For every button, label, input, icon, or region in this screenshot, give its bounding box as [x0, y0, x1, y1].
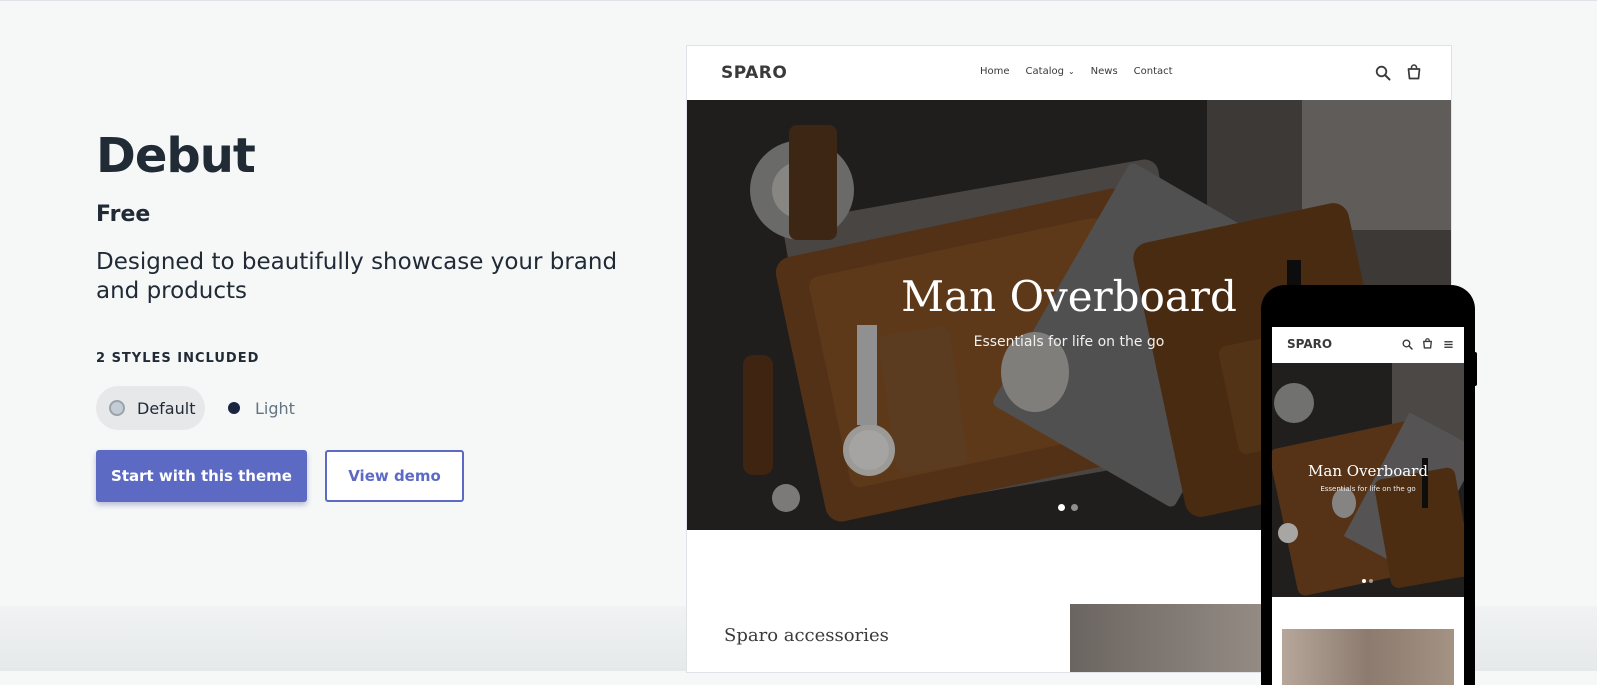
menu-icon[interactable] — [1443, 339, 1454, 350]
styles-heading: 2 STYLES INCLUDED — [96, 351, 260, 366]
top-divider — [0, 0, 1597, 1]
theme-title: Debut — [96, 128, 256, 184]
style-option-default[interactable]: Default — [96, 386, 205, 430]
mobile-hero-image — [1272, 363, 1464, 597]
mobile-hero-slideshow[interactable]: Man Overboard Essentials for life on the… — [1272, 363, 1464, 597]
cart-icon[interactable] — [1406, 64, 1422, 80]
nav-contact[interactable]: Contact — [1134, 66, 1173, 77]
chevron-down-icon: ⌄ — [1067, 67, 1075, 76]
mobile-slide-dot-1[interactable] — [1362, 579, 1366, 583]
collection-title: Sparo accessories — [724, 625, 889, 646]
nav-catalog[interactable]: Catalog ⌄ — [1026, 66, 1075, 77]
mobile-hero-subtitle: Essentials for life on the go — [1320, 485, 1416, 493]
mobile-hero-title: Man Overboard — [1308, 462, 1428, 480]
mobile-store-header: SPARO — [1272, 327, 1464, 363]
mobile-slide-indicators — [1362, 579, 1373, 583]
start-with-theme-button[interactable]: Start with this theme — [96, 450, 307, 502]
nav-catalog-label: Catalog — [1025, 66, 1064, 77]
store-header: SPARO Home Catalog ⌄ News Contact — [687, 46, 1451, 100]
search-icon[interactable] — [1402, 339, 1413, 350]
slide-dot-2[interactable] — [1071, 504, 1078, 511]
mobile-slide-dot-2[interactable] — [1369, 579, 1373, 583]
cart-icon[interactable] — [1422, 338, 1433, 349]
store-logo[interactable]: SPARO — [721, 63, 787, 83]
mobile-store-logo[interactable]: SPARO — [1287, 337, 1332, 351]
store-nav: Home Catalog ⌄ News Contact — [980, 66, 1173, 77]
nav-news[interactable]: News — [1091, 66, 1118, 77]
nav-home[interactable]: Home — [980, 66, 1010, 77]
slide-indicators — [1058, 504, 1078, 511]
style-label-light: Light — [255, 398, 295, 418]
search-icon[interactable] — [1375, 65, 1391, 81]
style-label-default: Default — [137, 398, 196, 418]
mobile-preview: SPARO Man Overboard Essentials for life … — [1261, 285, 1475, 685]
style-option-light[interactable]: Light — [214, 386, 304, 430]
mobile-screen: SPARO Man Overboard Essentials for life … — [1272, 327, 1464, 685]
style-swatch-light — [228, 402, 240, 414]
slide-dot-1[interactable] — [1058, 504, 1065, 511]
theme-description: Designed to beautifully showcase your br… — [96, 249, 618, 304]
mobile-collection-image — [1282, 629, 1454, 685]
theme-price: Free — [96, 202, 151, 227]
style-swatch-default — [109, 400, 125, 416]
view-demo-button[interactable]: View demo — [325, 450, 464, 502]
